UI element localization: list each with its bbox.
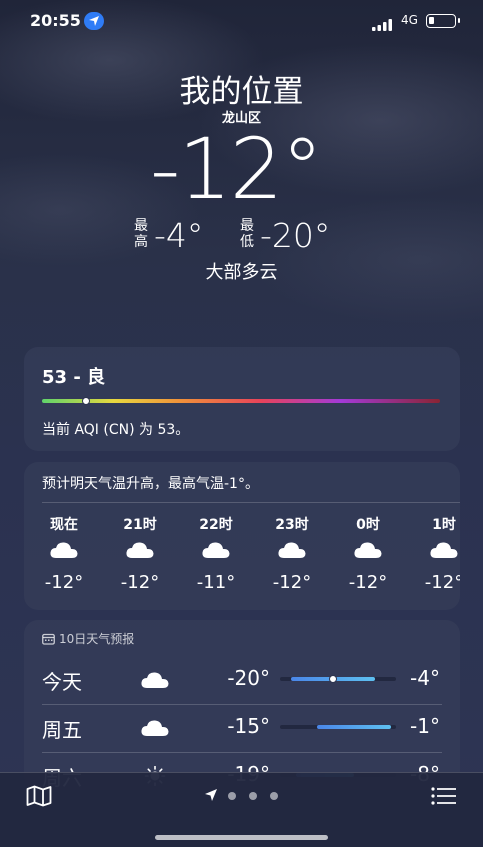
day-low-temp: -20° xyxy=(227,666,270,690)
hourly-time: 0时 xyxy=(356,517,380,533)
cloud-icon xyxy=(110,534,170,566)
low-label-top: 最 xyxy=(240,218,254,234)
aqi-description: 当前 AQI (CN) 为 53。 xyxy=(42,422,190,438)
network-type: 4G xyxy=(401,13,418,27)
daily-header-label: 10日天气预报 xyxy=(59,632,135,646)
temp-range-track xyxy=(280,725,396,729)
aqi-indicator-dot xyxy=(82,397,90,405)
hourly-time: 1时 xyxy=(432,517,456,533)
page-indicator[interactable] xyxy=(204,788,284,804)
daily-row[interactable]: 今天 -20° -4° xyxy=(24,656,460,704)
day-low-temp: -15° xyxy=(227,714,270,738)
low-value: -20° xyxy=(260,216,331,255)
signal-icon xyxy=(372,16,394,35)
hourly-time: 现在 xyxy=(50,517,78,533)
list-icon[interactable] xyxy=(431,787,457,809)
day-name: 今天 xyxy=(42,670,82,694)
row-divider xyxy=(42,752,442,753)
daily-header: 10日天气预报 xyxy=(42,630,134,647)
aqi-card[interactable]: 53 - 良 当前 AQI (CN) 为 53。 xyxy=(24,347,460,451)
cloud-icon xyxy=(338,534,398,566)
row-divider xyxy=(42,704,442,705)
status-time: 20:55 xyxy=(30,11,81,30)
high-label-bottom: 高 xyxy=(134,234,148,250)
home-indicator[interactable] xyxy=(155,835,328,840)
hourly-item: 22时 -11° xyxy=(186,514,246,593)
hourly-item: 0时 -12° xyxy=(338,514,398,593)
temp-range-bar xyxy=(316,725,391,729)
daily-forecast-card[interactable]: 10日天气预报 今天-20°-4°周五-15°-1°周六-19°-8° xyxy=(24,620,460,790)
battery-fill xyxy=(429,17,434,24)
location-title: 我的位置 xyxy=(179,74,304,110)
status-bar: 20:55 4G xyxy=(0,10,483,34)
current-temp-dot xyxy=(328,675,337,683)
cloud-icon xyxy=(186,534,246,566)
hourly-divider xyxy=(42,502,460,503)
high-value: -4° xyxy=(154,216,204,255)
cloud-icon xyxy=(414,534,460,566)
map-icon[interactable] xyxy=(26,785,52,811)
hourly-temp: -12° xyxy=(272,572,312,593)
day-name: 周五 xyxy=(42,718,82,742)
hourly-forecast-card[interactable]: 预计明天气温升高，最高气温-1°。 现在 -12° 21时 -12° 22时 -11° 23… xyxy=(24,462,460,610)
cloud-icon xyxy=(140,718,170,742)
battery-icon xyxy=(426,14,460,28)
cloud-icon xyxy=(34,534,94,566)
low-label: 最低 xyxy=(238,218,256,250)
page-dot xyxy=(249,792,257,800)
day-high-temp: -4° xyxy=(410,666,440,690)
weather-condition: 大部多云 xyxy=(205,262,278,283)
hourly-summary: 预计明天气温升高，最高气温-1°。 xyxy=(42,476,259,492)
bottom-toolbar xyxy=(0,772,483,847)
page-dot xyxy=(228,792,236,800)
hourly-item: 1时 -12° xyxy=(414,514,460,593)
high-low-temperatures: 最高 -4° 最低 -20° xyxy=(130,216,370,256)
temp-range-track xyxy=(280,675,396,683)
hourly-time: 22时 xyxy=(199,517,233,533)
hourly-temp: -12° xyxy=(424,572,460,593)
cloud-icon xyxy=(140,670,170,694)
hourly-time: 23时 xyxy=(275,517,309,533)
aqi-scale-bar xyxy=(42,399,440,403)
calendar-icon xyxy=(42,633,55,645)
cloud-icon xyxy=(262,534,322,566)
day-high-temp: -1° xyxy=(410,714,440,738)
hourly-temp: -12° xyxy=(44,572,84,593)
aqi-title: 53 - 良 xyxy=(42,367,106,388)
high-label-top: 最 xyxy=(134,218,148,234)
high-label: 最高 xyxy=(132,218,150,250)
current-temperature: -12° xyxy=(150,120,323,218)
hourly-temp: -11° xyxy=(196,572,236,593)
battery-nub xyxy=(457,18,460,23)
hourly-item: 现在 -12° xyxy=(34,514,94,593)
hourly-item: 23时 -12° xyxy=(262,514,322,593)
daily-row[interactable]: 周五 -15° -1° xyxy=(24,704,460,752)
hourly-time: 21时 xyxy=(123,517,157,533)
page-dot xyxy=(270,792,278,800)
location-arrow-icon xyxy=(84,12,104,30)
hourly-temp: -12° xyxy=(348,572,388,593)
location-page-icon xyxy=(205,789,217,801)
hourly-temp: -12° xyxy=(120,572,160,593)
hourly-item: 21时 -12° xyxy=(110,514,170,593)
low-label-bottom: 低 xyxy=(240,234,254,250)
